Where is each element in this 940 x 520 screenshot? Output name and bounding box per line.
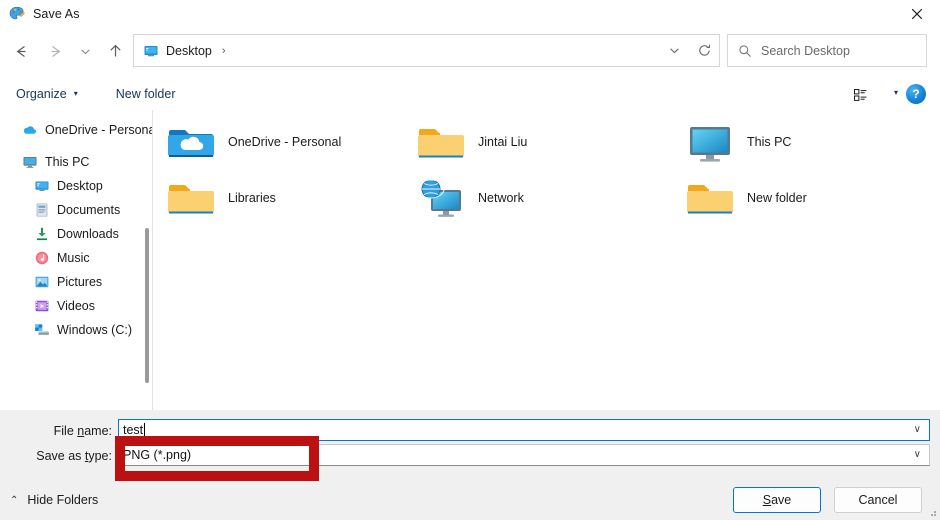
address-bar[interactable]: Desktop › bbox=[133, 34, 720, 67]
chevron-up-icon: ⌃ bbox=[10, 494, 19, 506]
cancel-label: Cancel bbox=[858, 493, 898, 507]
view-chevron-down-icon[interactable]: ▾ bbox=[894, 89, 898, 97]
sidebar-item-label: Downloads bbox=[57, 227, 119, 241]
list-item-label: This PC bbox=[747, 135, 792, 149]
text-cursor bbox=[144, 423, 146, 437]
onedrive-cloud-icon bbox=[22, 122, 38, 138]
save-as-type-value: PNG (*.png) bbox=[123, 448, 192, 462]
back-button[interactable] bbox=[4, 35, 38, 67]
sidebar-item-this-pc[interactable]: This PC bbox=[0, 150, 152, 174]
save-as-type-dropdown[interactable]: PNG (*.png) ∨ bbox=[118, 444, 930, 466]
save-button[interactable]: Save bbox=[733, 487, 821, 513]
list-item-label: New folder bbox=[747, 191, 807, 205]
sidebar-item-music[interactable]: Music bbox=[0, 246, 152, 270]
sidebar-item-pictures[interactable]: Pictures bbox=[0, 270, 152, 294]
window-title: Save As bbox=[33, 7, 80, 21]
file-list[interactable]: OneDrive - Personal Jintai Liu This PC L… bbox=[153, 110, 940, 410]
sidebar-item-label: This PC bbox=[45, 155, 90, 169]
sidebar-item-downloads[interactable]: Downloads bbox=[0, 222, 152, 246]
chevron-down-icon[interactable]: ∨ bbox=[914, 424, 921, 435]
recent-locations-button[interactable] bbox=[72, 35, 98, 67]
paint-palette-icon bbox=[9, 6, 25, 22]
file-name-value: test bbox=[123, 423, 144, 437]
sidebar-item-documents[interactable]: Documents bbox=[0, 198, 152, 222]
organize-label: Organize bbox=[16, 87, 67, 101]
resize-grip[interactable] bbox=[927, 507, 937, 517]
cancel-button[interactable]: Cancel bbox=[834, 487, 922, 513]
sidebar-item-windows-c[interactable]: Windows (C:) bbox=[0, 318, 152, 342]
computer-monitor-icon bbox=[22, 154, 38, 170]
hide-folders-label: Hide Folders bbox=[27, 493, 99, 507]
navigation-pane[interactable]: OneDrive - Personal This PC Desktop Docu… bbox=[0, 110, 152, 410]
search-icon bbox=[738, 44, 752, 58]
folder-icon bbox=[417, 118, 465, 166]
folder-icon bbox=[167, 174, 215, 222]
sidebar-item-videos[interactable]: Videos bbox=[0, 294, 152, 318]
list-item[interactable]: OneDrive - Personal bbox=[167, 114, 427, 170]
search-input[interactable]: Search Desktop bbox=[727, 34, 927, 67]
sidebar-item-label: Windows (C:) bbox=[57, 323, 133, 337]
title-bar: Save As bbox=[0, 0, 940, 28]
command-bar: Organize ▾ New folder ▾ ? bbox=[0, 79, 940, 109]
sidebar-item-onedrive[interactable]: OneDrive - Personal bbox=[0, 118, 152, 142]
hard-drive-icon bbox=[34, 322, 50, 338]
save-as-type-label: Save as type: bbox=[36, 449, 112, 463]
forward-button[interactable] bbox=[38, 35, 72, 67]
sidebar-item-label: Documents bbox=[57, 203, 121, 217]
up-button[interactable] bbox=[98, 35, 132, 67]
search-placeholder: Search Desktop bbox=[761, 43, 850, 58]
sidebar-scrollbar[interactable] bbox=[145, 228, 149, 383]
sidebar-item-label: Music bbox=[57, 251, 90, 265]
list-item-label: Libraries bbox=[228, 191, 276, 205]
list-item-label: OneDrive - Personal bbox=[228, 135, 342, 149]
file-name-input[interactable]: test ∨ bbox=[118, 419, 930, 441]
address-dropdown-button[interactable] bbox=[659, 35, 689, 66]
desktop-icon bbox=[34, 178, 50, 194]
file-name-label: File name: bbox=[53, 424, 112, 438]
list-item[interactable]: Libraries bbox=[167, 170, 427, 226]
list-item[interactable]: Network bbox=[417, 170, 677, 226]
save-label-rest: ave bbox=[771, 493, 792, 507]
sidebar-item-label: Videos bbox=[57, 299, 95, 313]
refresh-icon[interactable] bbox=[689, 35, 719, 66]
network-globe-monitor-icon bbox=[417, 174, 465, 222]
save-as-dialog: Save As Desktop › Search Desktop Organiz… bbox=[0, 0, 940, 520]
sidebar-item-label: Pictures bbox=[57, 275, 103, 289]
sidebar-item-label: Desktop bbox=[57, 179, 103, 193]
breadcrumb-label: Desktop bbox=[166, 43, 212, 58]
folder-icon bbox=[686, 174, 734, 222]
save-accesskey: S bbox=[762, 493, 772, 507]
breadcrumb-separator[interactable]: › bbox=[222, 45, 226, 57]
videos-film-icon bbox=[34, 298, 50, 314]
list-item[interactable]: New folder bbox=[686, 170, 940, 226]
desktop-icon bbox=[143, 43, 159, 59]
sidebar-item-label: OneDrive - Personal bbox=[45, 123, 152, 137]
sidebar-item-desktop[interactable]: Desktop bbox=[0, 174, 152, 198]
chevron-down-icon[interactable]: ∨ bbox=[914, 449, 921, 460]
documents-icon bbox=[34, 202, 50, 218]
downloads-arrow-icon bbox=[34, 226, 50, 242]
organize-button[interactable]: Organize ▾ bbox=[10, 81, 84, 107]
chevron-down-icon: ▾ bbox=[73, 89, 78, 98]
computer-monitor-icon bbox=[686, 118, 734, 166]
help-button[interactable]: ? bbox=[906, 84, 926, 104]
hide-folders-button[interactable]: ⌃ Hide Folders bbox=[10, 493, 98, 507]
onedrive-folder-icon bbox=[167, 118, 215, 166]
view-options-icon[interactable] bbox=[848, 83, 874, 107]
pictures-image-icon bbox=[34, 274, 50, 290]
list-item[interactable]: Jintai Liu bbox=[417, 114, 677, 170]
list-item-label: Jintai Liu bbox=[478, 135, 528, 149]
new-folder-label: New folder bbox=[115, 87, 176, 101]
help-label: ? bbox=[912, 87, 920, 101]
breadcrumb[interactable]: Desktop › bbox=[134, 43, 659, 59]
new-folder-button[interactable]: New folder bbox=[110, 81, 182, 107]
list-item-label: Network bbox=[478, 191, 524, 205]
music-note-icon bbox=[34, 250, 50, 266]
list-item[interactable]: This PC bbox=[686, 114, 940, 170]
close-button[interactable] bbox=[894, 0, 940, 28]
